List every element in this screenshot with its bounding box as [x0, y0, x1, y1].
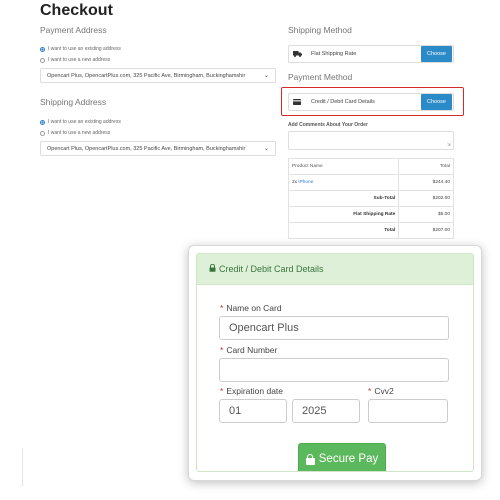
expiration-month-input[interactable]: 01: [219, 399, 287, 423]
product-cell: 2x iPhone: [287, 174, 400, 191]
payment-method-label: Credit / Debit Card Details: [311, 99, 375, 105]
payment-method-heading: Payment Method: [288, 72, 353, 82]
product-qty: 2x: [292, 180, 298, 185]
radio-icon[interactable]: [40, 130, 45, 136]
totals-value: $207.00: [398, 222, 454, 239]
payment-choose-button[interactable]: Choose: [421, 94, 452, 110]
expiration-year-input[interactable]: 2025: [292, 399, 360, 423]
chevron-down-icon: ⌄: [263, 73, 269, 79]
shipping-existing-address-option[interactable]: I want to use an existing address: [40, 119, 121, 125]
expiration-date-label: * Expiration date: [220, 386, 283, 396]
product-total: $244.40: [398, 174, 454, 191]
panel-header: Credit / Debit Card Details: [197, 254, 473, 285]
table-row: Sub-Total $202.00: [287, 190, 454, 207]
radio-selected-icon[interactable]: [40, 119, 45, 125]
table-row: Total $207.00: [287, 222, 454, 239]
comments-label: Add Comments About Your Order: [288, 122, 368, 128]
required-mark: *: [220, 386, 224, 396]
panel-title: Credit / Debit Card Details: [219, 264, 324, 274]
table-row: 2x iPhone $244.40: [287, 174, 454, 191]
cvv-input[interactable]: [368, 399, 448, 423]
option-label: I want to use a new address: [48, 57, 111, 63]
totals-value: $5.00: [398, 206, 454, 223]
card-details-popup: Credit / Debit Card Details * Name on Car…: [188, 245, 482, 481]
resize-handle-icon[interactable]: ⇲: [447, 142, 451, 148]
secure-pay-button[interactable]: Secure Pay: [298, 443, 386, 471]
radio-selected-icon[interactable]: [40, 46, 45, 52]
card-number-input[interactable]: [219, 358, 449, 382]
order-summary-table: Product Name Total 2x iPhone $244.40 Sub…: [287, 158, 454, 239]
totals-value: $202.00: [398, 190, 454, 207]
totals-label: Flat Shipping Rate: [287, 206, 400, 223]
divider: [22, 448, 23, 486]
option-label: I want to use a new address: [48, 130, 111, 136]
option-label: I want to use an existing address: [48, 46, 121, 52]
truck-icon: [289, 51, 305, 57]
label-text: Name on Card: [226, 303, 282, 313]
totals-label: Sub-Total: [287, 190, 400, 207]
comments-textarea[interactable]: ⇲: [288, 131, 454, 150]
select-value: Opencart Plus, OpencartPlus.com, 325 Pac…: [47, 72, 246, 79]
shipping-address-select[interactable]: Opencart Plus, OpencartPlus.com, 325 Pac…: [40, 141, 276, 156]
shipping-method-heading: Shipping Method: [288, 25, 352, 35]
chevron-down-icon: ⌄: [263, 146, 269, 152]
name-on-card-label: * Name on Card: [220, 303, 282, 313]
lock-icon: [305, 453, 315, 465]
label-text: Card Number: [226, 345, 278, 355]
table-row: Flat Shipping Rate $5.00: [287, 206, 454, 223]
shipping-method-box: Flat Shipping Rate Choose: [288, 45, 454, 63]
cvv-label: * Cvv2: [368, 386, 394, 396]
name-on-card-input[interactable]: Opencart Plus: [219, 316, 449, 340]
page-title: Checkout: [40, 2, 113, 19]
shipping-address-heading: Shipping Address: [40, 97, 107, 107]
required-mark: *: [368, 386, 372, 396]
shipping-method-label: Flat Shipping Rate: [311, 51, 357, 57]
column-header: Total: [398, 158, 454, 175]
payment-address-heading: Payment Address: [40, 25, 107, 35]
required-mark: *: [220, 303, 224, 313]
required-mark: *: [220, 345, 224, 355]
column-header: Product Name: [287, 158, 400, 175]
card-number-label: * Card Number: [220, 345, 277, 355]
lock-icon: [209, 263, 216, 274]
table-header-row: Product Name Total: [287, 158, 454, 175]
card-details-panel: Credit / Debit Card Details * Name on Car…: [196, 253, 474, 472]
shipping-choose-button[interactable]: Choose: [421, 46, 452, 62]
payment-method-box: Credit / Debit Card Details Choose: [288, 93, 454, 111]
payment-new-address-option[interactable]: I want to use a new address: [40, 57, 110, 63]
product-link[interactable]: iPhone: [298, 180, 313, 185]
secure-pay-label: Secure Pay: [318, 453, 379, 465]
label-text: Cvv2: [374, 386, 394, 396]
payment-address-select[interactable]: Opencart Plus, OpencartPlus.com, 325 Pac…: [40, 68, 276, 83]
totals-label: Total: [287, 222, 400, 239]
credit-card-icon: [289, 99, 305, 105]
label-text: Expiration date: [226, 386, 284, 396]
payment-existing-address-option[interactable]: I want to use an existing address: [40, 46, 121, 52]
radio-icon[interactable]: [40, 57, 45, 63]
option-label: I want to use an existing address: [48, 119, 121, 125]
select-value: Opencart Plus, OpencartPlus.com, 325 Pac…: [47, 145, 246, 152]
shipping-new-address-option[interactable]: I want to use a new address: [40, 130, 110, 136]
